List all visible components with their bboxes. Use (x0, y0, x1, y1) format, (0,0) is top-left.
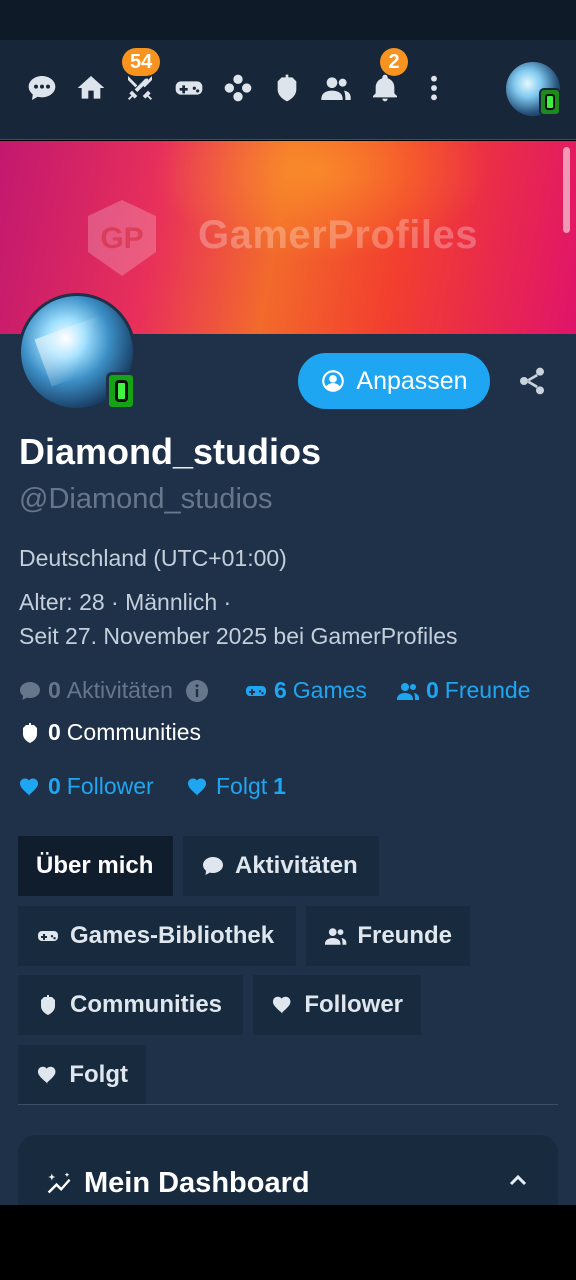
chat-icon[interactable] (24, 70, 60, 106)
home-icon[interactable] (73, 70, 109, 106)
activities-label: Aktivitäten (66, 677, 173, 703)
system-nav-bar (0, 1205, 576, 1280)
chevron-up-icon[interactable] (506, 1169, 530, 1193)
svg-text:GP: GP (100, 222, 143, 255)
banner-brand-text: GamerProfiles (198, 213, 478, 257)
tab-activities-label: Aktivitäten (235, 852, 358, 879)
display-name: Diamond_studios (19, 431, 322, 472)
friends-icon[interactable] (318, 70, 354, 106)
friends-icon (397, 682, 419, 700)
friends-label: Freunde (444, 677, 531, 703)
customize-button[interactable]: Anpassen (298, 353, 490, 409)
scrollbar[interactable] (563, 147, 570, 233)
tab-about[interactable]: Über mich (18, 836, 173, 896)
shield-icon (41, 995, 55, 1015)
age-gender: Alter: 28 · Männlich · (19, 589, 232, 615)
friends-count: 0 (426, 677, 439, 703)
share-icon[interactable] (516, 365, 548, 397)
sparkle-chart-icon (47, 1171, 71, 1193)
gamerprofiles-logo-icon: GP (88, 200, 156, 276)
follower-count: 0 (48, 773, 61, 799)
following-count: 1 (273, 773, 286, 799)
notifications-count-badge: 2 (380, 48, 408, 76)
games-count: 6 (274, 677, 287, 703)
dashboard-title: Mein Dashboard (84, 1167, 310, 1199)
user-circle-icon (322, 370, 345, 392)
profile-page: GP GamerProfiles Anpassen Diamond_studio… (0, 141, 576, 1205)
member-since: Seit 27. November 2025 bei GamerProfiles (19, 623, 458, 649)
tab-games-library-label: Games-Bibliothek (70, 922, 275, 949)
mobile-online-icon (539, 88, 561, 116)
following-stat[interactable]: Folgt 1 (186, 773, 286, 800)
tab-games-library[interactable]: Games-Bibliothek (18, 906, 296, 966)
tab-following[interactable]: Folgt (18, 1045, 146, 1105)
activities-stat[interactable]: 0 Aktivitäten (18, 677, 209, 704)
following-label: Folgt (216, 773, 268, 799)
heart-icon (188, 778, 206, 796)
games-stat[interactable]: 6 Games (244, 677, 367, 704)
communities-stat[interactable]: 0 Communities (18, 719, 201, 746)
follower-stat[interactable]: 0 Follower (18, 773, 154, 800)
activity-chat-icon (20, 681, 40, 700)
tab-following-label: Folgt (69, 1061, 128, 1088)
tab-friends-label: Freunde (357, 922, 452, 949)
heart-icon (37, 1066, 56, 1084)
dpad-icon[interactable] (220, 70, 256, 106)
tab-about-label: Über mich (36, 852, 154, 879)
country-timezone: Deutschland (UTC+01:00) (19, 545, 287, 571)
info-icon[interactable] (185, 679, 209, 703)
games-label: Games (292, 677, 367, 703)
gamepad-icon (246, 685, 266, 696)
mobile-online-icon (106, 372, 136, 410)
shield-icon (23, 722, 37, 743)
shield-icon[interactable] (269, 70, 305, 106)
follower-label: Follower (66, 773, 154, 799)
tab-follower[interactable]: Follower (253, 975, 421, 1035)
tab-communities-label: Communities (70, 991, 223, 1018)
tab-follower-label: Follower (304, 991, 403, 1018)
heart-icon (20, 778, 38, 796)
tab-friends[interactable]: Freunde (306, 906, 470, 966)
customize-button-label: Anpassen (356, 366, 468, 395)
dashboard-panel: Mein Dashboard (18, 1135, 558, 1205)
activities-count: 0 (48, 677, 61, 703)
status-bar (0, 0, 576, 40)
tab-communities[interactable]: Communities (18, 975, 243, 1035)
heart-icon (272, 996, 291, 1014)
tabs-divider (18, 1104, 558, 1105)
communities-count: 0 (48, 719, 61, 745)
activity-chat-icon (203, 857, 223, 875)
gamepad-icon[interactable] (171, 70, 207, 106)
user-handle: @Diamond_studios (19, 483, 273, 515)
tab-activities[interactable]: Aktivitäten (183, 836, 379, 896)
battles-count-badge: 54 (122, 48, 161, 76)
dashboard-header[interactable]: Mein Dashboard (46, 1167, 310, 1200)
gamepad-icon (38, 931, 58, 941)
friends-icon (324, 928, 347, 945)
communities-label: Communities (66, 719, 202, 745)
more-icon[interactable] (416, 70, 452, 106)
friends-stat[interactable]: 0 Freunde (396, 677, 530, 704)
